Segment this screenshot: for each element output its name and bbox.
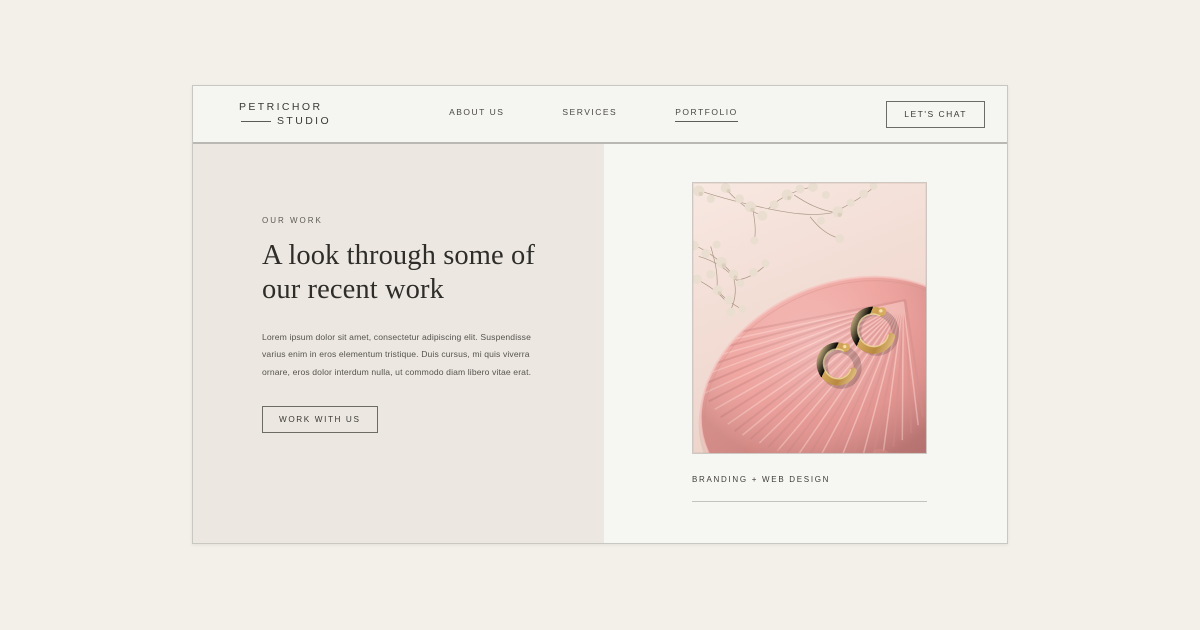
project-caption: BRANDING + WEB DESIGN (692, 475, 831, 484)
work-with-us-button[interactable]: WORK WITH US (262, 405, 378, 433)
project-photo[interactable] (692, 182, 927, 454)
brand-logo-rule (241, 120, 271, 122)
hero-body-copy: Lorem ipsum dolor sit amet, consectetur … (262, 332, 532, 377)
website-preview-card: PETRICHOR STUDIO ABOUT US SERVICES PORTF… (192, 85, 1008, 544)
hero-eyebrow: OUR WORK (262, 216, 323, 225)
main-navigation: ABOUT US SERVICES PORTFOLIO (449, 107, 738, 122)
nav-item-portfolio[interactable]: PORTFOLIO (675, 107, 738, 122)
site-body: OUR WORK A look through some of our rece… (193, 144, 1007, 543)
project-divider (692, 501, 927, 502)
brand-logo-line-2: STUDIO (277, 115, 332, 127)
site-header: PETRICHOR STUDIO ABOUT US SERVICES PORTF… (193, 86, 1007, 144)
lets-chat-button[interactable]: LET'S CHAT (886, 100, 985, 128)
nav-item-services[interactable]: SERVICES (562, 107, 617, 122)
brand-logo-line-2-wrap: STUDIO (239, 116, 331, 127)
hero-text-panel: OUR WORK A look through some of our rece… (193, 144, 604, 543)
hero-headline: A look through some of our recent work (262, 240, 535, 305)
page-canvas: PETRICHOR STUDIO ABOUT US SERVICES PORTF… (0, 0, 1200, 630)
nav-item-about-us[interactable]: ABOUT US (449, 107, 504, 122)
brand-logo[interactable]: PETRICHOR STUDIO (239, 100, 331, 127)
project-showcase-panel: BRANDING + WEB DESIGN (604, 144, 1007, 543)
brand-logo-line-1: PETRICHOR (239, 100, 323, 113)
project-photo-artwork (693, 183, 926, 453)
project-card: BRANDING + WEB DESIGN (692, 182, 927, 502)
